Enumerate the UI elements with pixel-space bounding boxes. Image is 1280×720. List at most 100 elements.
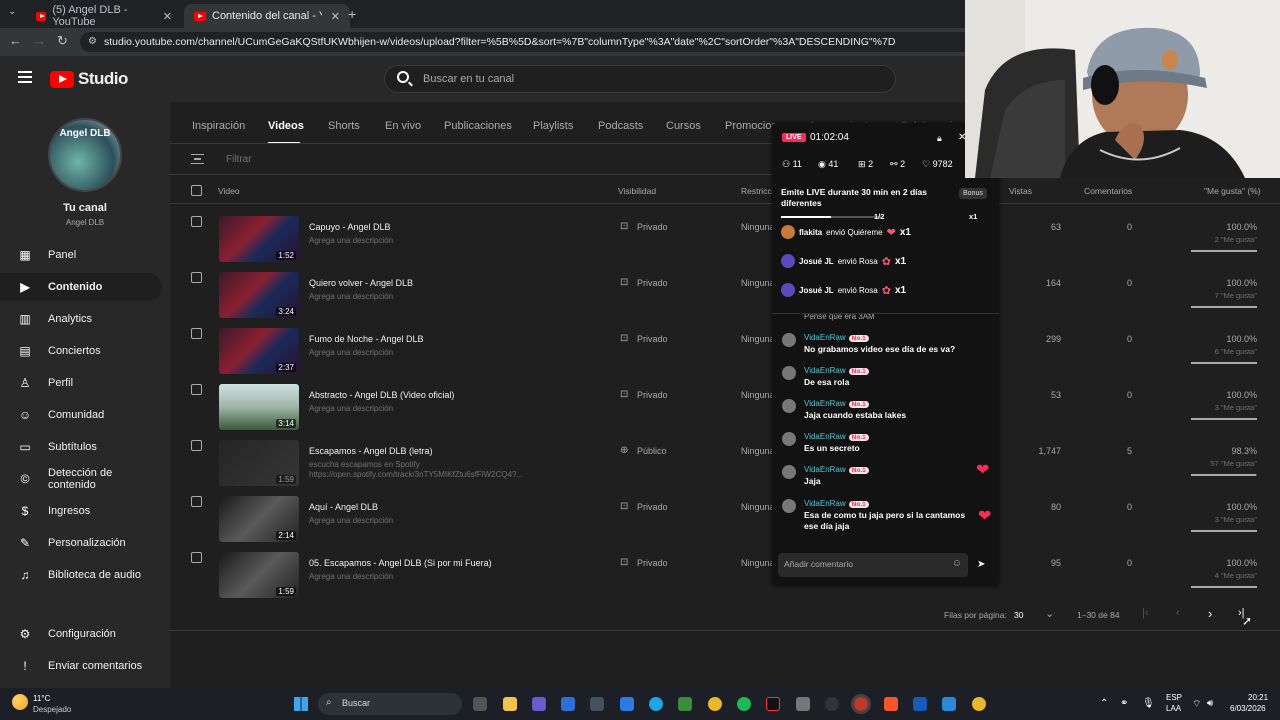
sidebar-item-analytics[interactable]: ▥ Analytics: [0, 305, 162, 333]
video-title[interactable]: Abstracto - Angel DLB (Video oficial): [309, 390, 454, 400]
tab-videos[interactable]: Videos: [268, 120, 304, 132]
taskbar-search[interactable]: ⌕ Buscar: [318, 693, 462, 715]
chrome-icon[interactable]: [972, 697, 986, 711]
next-page-icon[interactable]: ›: [1208, 606, 1212, 621]
video-thumbnail[interactable]: 1:52: [219, 216, 299, 262]
select-all-checkbox[interactable]: [191, 185, 202, 196]
table-row[interactable]: 3:14 Abstracto - Angel DLB (Video oficial…: [170, 376, 1280, 432]
language-indicator[interactable]: ESP: [1166, 693, 1182, 702]
forward-icon[interactable]: →: [33, 33, 46, 48]
browser-tab-channel[interactable]: (5) Angel DLB - YouTube ✕: [26, 4, 182, 28]
sidebar-item-biblioteca[interactable]: ♫ Biblioteca de audio: [0, 561, 162, 589]
word-icon[interactable]: [913, 697, 927, 711]
sidebar-item-subtitulos[interactable]: ▭ Subtítulos: [0, 433, 162, 461]
video-thumbnail[interactable]: 2:14: [219, 496, 299, 542]
sidebar-item-feedback[interactable]: ! Enviar comentarios: [0, 652, 162, 680]
sidebar-item-personalizacion[interactable]: ✎ Personalización: [0, 529, 162, 557]
lock-icon[interactable]: ⊡: [620, 221, 630, 232]
visibility-value[interactable]: Privado: [637, 334, 668, 344]
video-title[interactable]: Fumo de Noche - Angel DLB: [309, 334, 424, 344]
chrome-icon[interactable]: [708, 697, 722, 711]
previous-page-icon[interactable]: ‹: [1176, 607, 1180, 619]
tab-playlists[interactable]: Playlists: [533, 120, 573, 132]
tab-podcasts[interactable]: Podcasts: [598, 120, 643, 132]
table-row[interactable]: 2:37 Fumo de Noche - Angel DLB Agrega una …: [170, 320, 1280, 376]
sidebar-item-contenido[interactable]: ▶ Contenido: [0, 273, 162, 301]
close-tab-icon[interactable]: ✕: [163, 10, 172, 23]
column-header-views[interactable]: Vistas: [1009, 186, 1032, 196]
video-title[interactable]: 05. Escapamos - Angel DLB (Si por mi Fue…: [309, 558, 492, 568]
emoji-icon[interactable]: ☺: [952, 558, 962, 569]
row-checkbox[interactable]: [191, 496, 202, 507]
tab-cursos[interactable]: Cursos: [666, 120, 701, 132]
edge-icon[interactable]: [649, 697, 663, 711]
rows-per-page-select[interactable]: 30: [1014, 610, 1023, 620]
volume-icon[interactable]: 🔊︎: [1207, 698, 1213, 709]
video-title[interactable]: Quiero volver - Angel DLB: [309, 278, 413, 288]
sidebar-item-comunidad[interactable]: ☺ Comunidad: [0, 401, 162, 429]
video-thumbnail[interactable]: 3:24: [219, 272, 299, 318]
menu-icon[interactable]: [18, 71, 32, 83]
sidebar-item-conciertos[interactable]: ▤ Conciertos: [0, 337, 162, 365]
sidebar-item-panel[interactable]: ▦ Panel: [0, 241, 162, 269]
store-icon[interactable]: [620, 697, 634, 711]
channel-avatar[interactable]: Angel DLB: [48, 118, 122, 192]
row-checkbox[interactable]: [191, 272, 202, 283]
table-row[interactable]: 1:59 Escapamos - Angel DLB (letra) escucha…: [170, 432, 1280, 488]
filter-icon[interactable]: [191, 154, 204, 164]
visibility-value[interactable]: Privado: [637, 558, 668, 568]
visibility-value[interactable]: Privado: [637, 390, 668, 400]
visibility-value[interactable]: Privado: [637, 502, 668, 512]
tab-list-chevron-icon[interactable]: ⌄: [8, 6, 16, 17]
row-checkbox[interactable]: [191, 552, 202, 563]
tiktok-icon[interactable]: [766, 697, 780, 711]
sidebar-item-deteccion[interactable]: © Detección de contenido: [0, 465, 162, 493]
video-thumbnail[interactable]: 1:59: [219, 552, 299, 598]
notepad-icon[interactable]: [942, 697, 956, 711]
tab-publicaciones[interactable]: Publicaciones: [444, 120, 512, 132]
studio-logo[interactable]: Studio: [50, 69, 128, 89]
sidebar-item-configuracion[interactable]: ⚙ Configuración: [0, 620, 162, 648]
video-title[interactable]: Aquí - Angel DLB: [309, 502, 378, 512]
weather-icon[interactable]: [12, 694, 28, 710]
visibility-value[interactable]: Privado: [637, 278, 668, 288]
app-icon[interactable]: [561, 697, 575, 711]
row-checkbox[interactable]: [191, 440, 202, 451]
comment-input[interactable]: Añadir comentario ☺: [778, 553, 968, 577]
tab-shorts[interactable]: Shorts: [328, 120, 360, 132]
back-icon[interactable]: ←: [9, 33, 22, 48]
filter-input[interactable]: Filtrar: [226, 154, 252, 165]
lock-icon[interactable]: 🔒︎: [937, 133, 942, 144]
table-row[interactable]: 1:52 Capuyo - Angel DLB Agrega una descrip…: [170, 208, 1280, 264]
network-icon[interactable]: ⚭: [1120, 698, 1128, 709]
spotify-icon[interactable]: [737, 697, 751, 711]
wifi-icon[interactable]: ⌔: [1192, 698, 1201, 711]
clock-time[interactable]: 20:21: [1248, 693, 1268, 702]
app-icon[interactable]: [590, 697, 604, 711]
tab-inspiracion[interactable]: Inspiración: [192, 120, 245, 132]
windows-start-icon[interactable]: [294, 697, 308, 711]
lock-icon[interactable]: ⊡: [620, 501, 630, 512]
file-explorer-icon[interactable]: [503, 697, 517, 711]
copilot-icon[interactable]: [532, 697, 546, 711]
app-icon[interactable]: [678, 697, 692, 711]
lock-icon[interactable]: ⊡: [620, 277, 630, 288]
chevron-up-icon[interactable]: ⌃: [1100, 698, 1108, 709]
sidebar-item-perfil[interactable]: ♙ Perfil: [0, 369, 162, 397]
sidebar-item-ingresos[interactable]: $ Ingresos: [0, 497, 162, 525]
video-thumbnail[interactable]: 2:37: [219, 328, 299, 374]
chevron-down-icon[interactable]: ⌄: [1045, 607, 1054, 620]
send-icon[interactable]: ➤: [977, 559, 985, 570]
visibility-value[interactable]: Público: [637, 446, 667, 456]
search-input[interactable]: Buscar en tu canal: [384, 65, 896, 93]
browser-tab-studio[interactable]: Contenido del canal - YouTube ✕: [184, 4, 350, 28]
microphone-icon[interactable]: 🎙︎: [1142, 698, 1155, 709]
visibility-value[interactable]: Privado: [637, 222, 668, 232]
row-checkbox[interactable]: [191, 328, 202, 339]
column-header-visibility[interactable]: Visibilidad: [618, 186, 656, 196]
reload-icon[interactable]: ↻: [57, 33, 68, 49]
table-row[interactable]: 2:14 Aquí - Angel DLB Agrega una descripci…: [170, 488, 1280, 544]
task-view-icon[interactable]: [473, 697, 487, 711]
github-icon[interactable]: [825, 697, 839, 711]
obs-icon[interactable]: [851, 694, 871, 714]
